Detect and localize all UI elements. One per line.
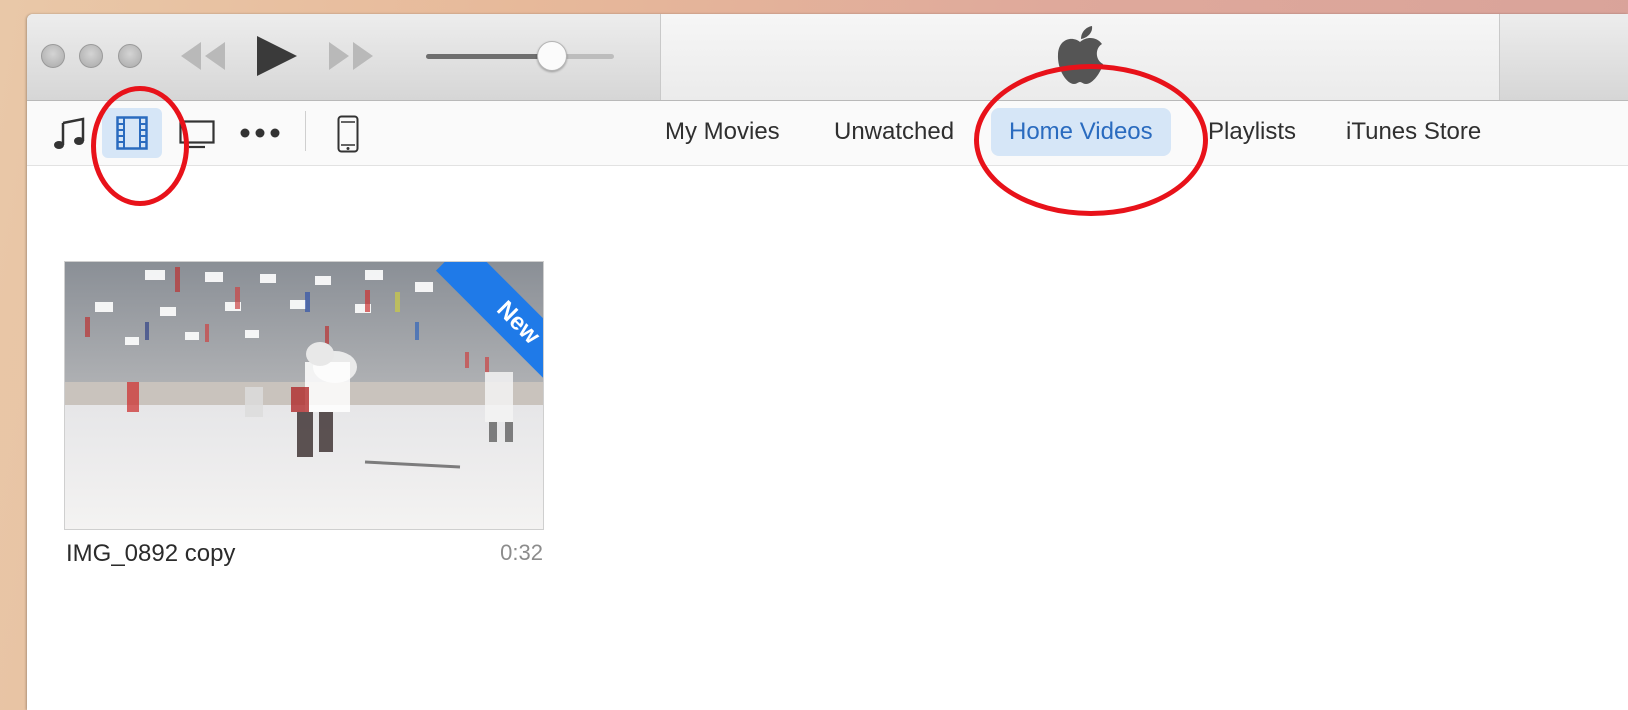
music-button[interactable] <box>41 108 101 158</box>
new-badge: New <box>413 262 543 392</box>
iphone-button[interactable] <box>317 108 377 158</box>
new-badge-label: New <box>435 262 543 392</box>
video-duration: 0:32 <box>500 540 543 565</box>
rewind-icon[interactable] <box>179 40 227 72</box>
tab-unwatched[interactable]: Unwatched <box>816 108 972 156</box>
more-button[interactable] <box>230 108 290 158</box>
more-icon <box>240 128 280 138</box>
music-icon <box>54 117 85 149</box>
title-bar <box>27 14 1628 101</box>
apple-logo-icon <box>1057 26 1103 84</box>
movies-icon <box>116 116 148 150</box>
volume-slider-knob[interactable] <box>536 41 567 71</box>
volume-slider-fill <box>426 54 552 59</box>
minimize-window-button[interactable] <box>79 44 103 68</box>
lcd-display <box>660 14 1500 100</box>
zoom-window-button[interactable] <box>118 44 142 68</box>
toolbar: My Movies Unwatched Home Videos Playlist… <box>27 101 1628 166</box>
movies-button[interactable] <box>102 108 162 158</box>
fast-forward-icon[interactable] <box>327 40 375 72</box>
close-window-button[interactable] <box>41 44 65 68</box>
iphone-icon <box>337 115 359 153</box>
itunes-window: My Movies Unwatched Home Videos Playlist… <box>27 14 1628 710</box>
video-thumbnail[interactable]: New <box>64 261 544 530</box>
video-title[interactable]: IMG_0892 copy <box>66 540 235 568</box>
play-icon[interactable] <box>255 34 299 78</box>
tv-shows-icon <box>179 120 215 149</box>
tv-shows-button[interactable] <box>167 108 227 158</box>
toolbar-separator <box>305 111 306 151</box>
tab-my-movies[interactable]: My Movies <box>647 108 798 156</box>
tab-itunes-store[interactable]: iTunes Store <box>1328 108 1499 156</box>
volume-slider[interactable] <box>426 54 614 59</box>
tab-home-videos[interactable]: Home Videos <box>991 108 1171 156</box>
tab-playlists[interactable]: Playlists <box>1190 108 1314 156</box>
